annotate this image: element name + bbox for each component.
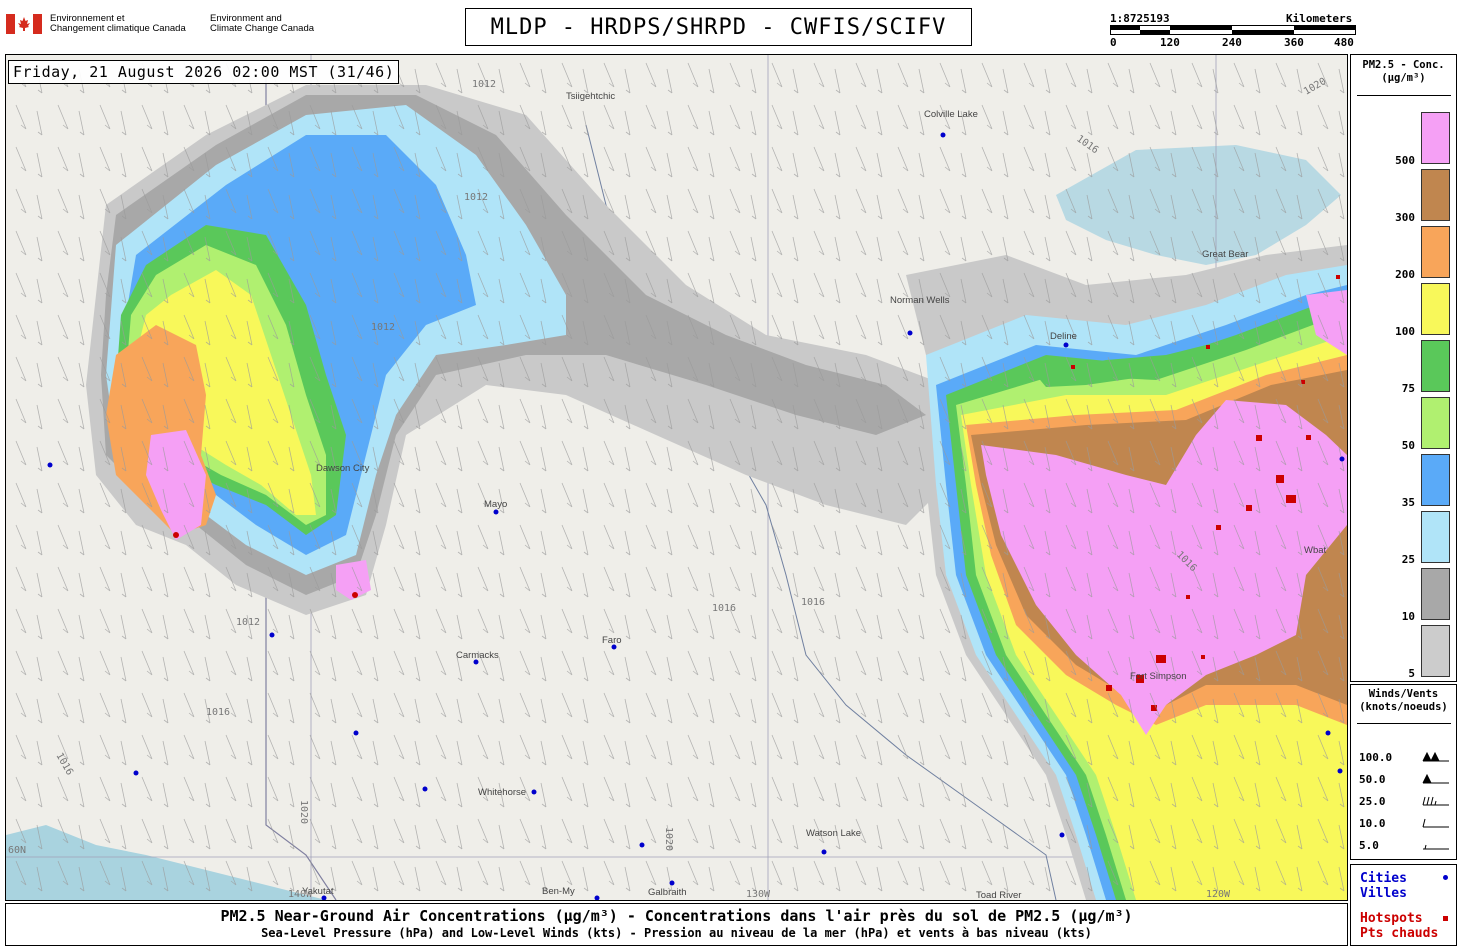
svg-text:140W: 140W [288, 889, 313, 900]
legend-value: 100 [1395, 325, 1415, 338]
svg-text:1016: 1016 [712, 603, 736, 614]
scale-tick: 0 [1110, 36, 1117, 49]
wind-value: 100.0 [1359, 751, 1393, 764]
wind-legend: Winds/Vents (knots/noeuds) 100.0 50.0 25… [1350, 684, 1457, 860]
legend-swatch [1421, 112, 1450, 164]
timestamp-label: Friday, 21 August 2026 02:00 MST (31/46) [8, 60, 400, 84]
hotspots-label-fr: Pts chauds [1360, 926, 1439, 941]
hotspots-label-en: Hotspots [1360, 911, 1423, 926]
place-label: Faro [602, 635, 622, 646]
place-label: Wbat [1304, 545, 1327, 556]
agency-fr-line-2: Changement climatique Canada [50, 23, 186, 34]
scale-unit: Kilometers [1286, 12, 1353, 25]
wind-value: 50.0 [1359, 773, 1386, 786]
svg-text:1020: 1020 [298, 800, 309, 824]
product-title: MLDP - HRDPS/SHRPD - CWFIS/SCIFV [465, 8, 972, 46]
caption-line-2: Sea-Level Pressure (hPa) and Low-Level W… [261, 926, 1092, 940]
legend-unit: (μg/m³) [1381, 72, 1426, 84]
scale-tick: 240 [1222, 36, 1242, 49]
scale-bar: 1:8725193 Kilometers 0 120 240 360 480 [1108, 10, 1358, 50]
place-label: Colville Lake [924, 109, 978, 120]
place-label: Deline [1050, 331, 1077, 342]
place-label: Watson Lake [806, 828, 861, 839]
caption-line-1: PM2.5 Near-Ground Air Concentrations (μg… [220, 907, 1133, 925]
wind-value: 10.0 [1359, 817, 1386, 830]
marker-legend: Cities Villes Hotspots Pts chauds [1350, 864, 1457, 946]
legend-swatch [1421, 226, 1450, 278]
svg-text:1020: 1020 [663, 827, 674, 851]
legend-value: 10 [1401, 610, 1415, 623]
map-graphic: 1012 1016 1020 1012 1012 1016 1016 1016 … [6, 55, 1347, 900]
place-label: Dawson City [316, 463, 370, 474]
legend-value: 50 [1401, 439, 1415, 452]
svg-text:1012: 1012 [472, 79, 496, 90]
place-label: Mayo [484, 499, 507, 510]
wind-barb-icons [1422, 751, 1449, 850]
place-label: Carmacks [456, 650, 499, 661]
svg-text:1012: 1012 [371, 322, 395, 333]
scale-tick: 120 [1160, 36, 1180, 49]
svg-text:1016: 1016 [801, 597, 825, 608]
svg-text:60N: 60N [8, 845, 26, 856]
svg-text:130W: 130W [746, 889, 771, 900]
agency-en-line-2: Climate Change Canada [210, 23, 315, 34]
svg-text:120W: 120W [1206, 889, 1231, 900]
wind-barbs [6, 55, 1347, 900]
hotspot-square-icon [1443, 916, 1448, 921]
city-dot-icon [1443, 875, 1448, 880]
place-label: Great Bear [1202, 249, 1248, 260]
government-logo: Environnement et Changement climatique C… [6, 12, 326, 42]
place-label: Norman Wells [890, 295, 950, 306]
pm25-legend: PM2.5 - Conc. (μg/m³) 500 300 200 100 75 50 35… [1350, 54, 1457, 682]
legend-value: 200 [1395, 268, 1415, 281]
legend-swatch [1421, 511, 1450, 563]
legend-value: 500 [1395, 154, 1415, 167]
canada-flag-icon [6, 14, 42, 34]
legend-value: 75 [1401, 382, 1415, 395]
legend-swatch [1421, 454, 1450, 506]
cities-label-fr: Villes [1360, 886, 1407, 901]
place-label: Toad River [976, 890, 1021, 900]
place-label: Tsiigehtchic [566, 91, 615, 102]
cities-label-en: Cities [1360, 871, 1407, 886]
wind-value: 25.0 [1359, 795, 1386, 808]
legend-value: 5 [1408, 667, 1415, 680]
legend-value: 25 [1401, 553, 1415, 566]
legend-swatch [1421, 397, 1450, 449]
legend-value: 300 [1395, 211, 1415, 224]
legend-swatch [1421, 568, 1450, 620]
scale-bar-graphic [1110, 25, 1356, 35]
legend-swatch [1421, 340, 1450, 392]
map-canvas[interactable]: 1012 1016 1020 1012 1012 1016 1016 1016 … [5, 54, 1348, 901]
place-label: Whitehorse [478, 787, 526, 798]
place-label: Ben-My [542, 886, 575, 897]
place-label: Galbraith [648, 887, 687, 898]
scale-tick: 480 [1334, 36, 1354, 49]
scale-tick: 360 [1284, 36, 1304, 49]
svg-text:1012: 1012 [464, 192, 488, 203]
wind-legend-unit: (knots/noeuds) [1359, 701, 1448, 713]
legend-swatch [1421, 169, 1450, 221]
legend-swatch [1421, 283, 1450, 335]
svg-text:1012: 1012 [236, 617, 260, 628]
legend-value: 35 [1401, 496, 1415, 509]
legend-title: PM2.5 - Conc. [1362, 59, 1445, 71]
place-label: Fort Simpson [1130, 671, 1187, 682]
scale-ratio: 1:8725193 [1110, 12, 1170, 25]
map-caption: PM2.5 Near-Ground Air Concentrations (μg… [5, 903, 1348, 946]
wind-value: 5.0 [1359, 839, 1379, 852]
legend-swatch [1421, 625, 1450, 677]
svg-text:1016: 1016 [206, 707, 230, 718]
wind-legend-title: Winds/Vents [1368, 688, 1439, 700]
